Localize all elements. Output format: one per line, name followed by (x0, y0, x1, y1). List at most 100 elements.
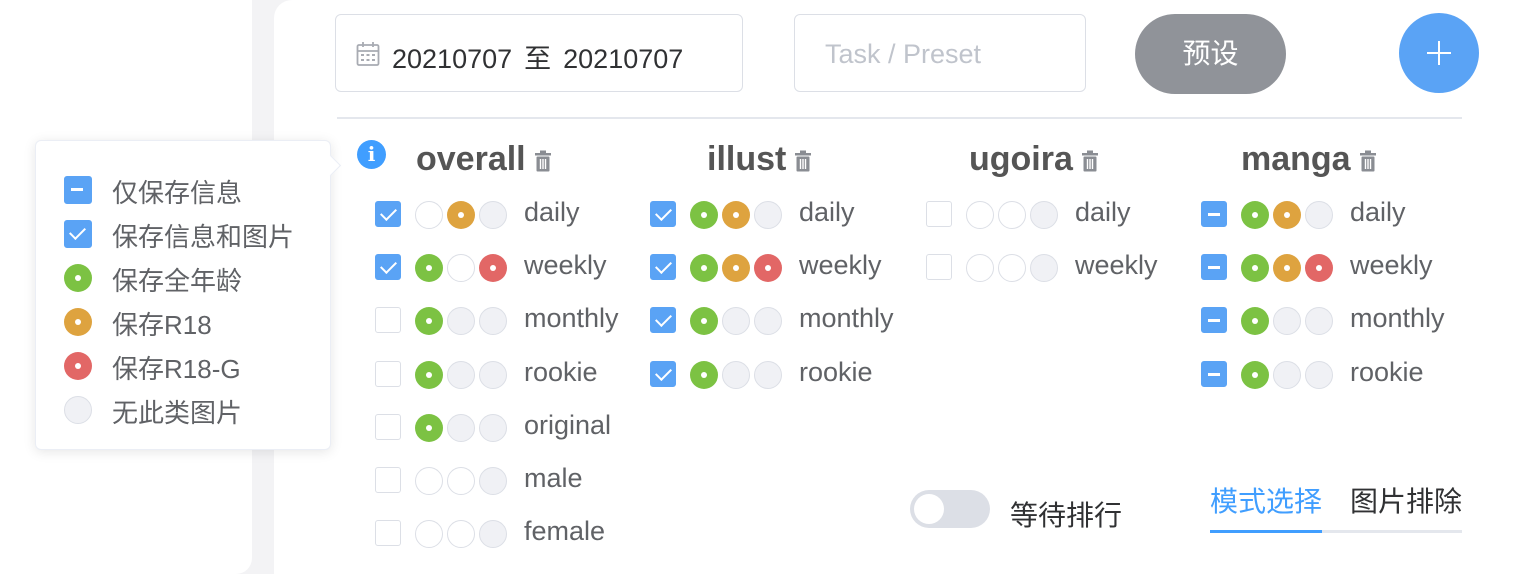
status-dot-empty[interactable] (447, 467, 475, 495)
checked-checkbox-icon (64, 220, 92, 248)
trash-icon[interactable] (1359, 142, 1377, 181)
status-dot-empty[interactable] (415, 520, 443, 548)
ranking-checkbox[interactable] (375, 307, 401, 333)
status-dot-empty[interactable] (447, 520, 475, 548)
date-end[interactable]: 20210707 (563, 44, 683, 74)
date-start[interactable]: 20210707 (392, 44, 512, 74)
trash-icon[interactable] (534, 142, 552, 181)
info-icon[interactable]: i (357, 140, 386, 169)
status-dot-fill[interactable] (479, 414, 507, 442)
status-dot-fill[interactable] (754, 307, 782, 335)
status-dot-green[interactable] (690, 361, 718, 389)
date-separator: 至 (524, 44, 552, 74)
ranking-checkbox[interactable] (650, 307, 676, 333)
status-dot-fill[interactable] (754, 201, 782, 229)
ranking-checkbox[interactable] (375, 467, 401, 493)
legend-label: 保存R18-G (112, 354, 241, 384)
orange-dot-icon (64, 308, 92, 336)
ranking-checkbox[interactable] (650, 361, 676, 387)
status-dot-red[interactable] (754, 254, 782, 282)
status-dot-empty[interactable] (415, 201, 443, 229)
legend-label: 保存信息和图片 (112, 222, 295, 252)
status-dot-empty[interactable] (447, 254, 475, 282)
status-dot-fill[interactable] (1273, 307, 1301, 335)
ranking-label: female (524, 516, 606, 546)
ranking-checkbox[interactable] (375, 520, 401, 546)
toolbar-divider (337, 117, 1462, 119)
status-dot-empty[interactable] (998, 254, 1026, 282)
status-dot-fill[interactable] (754, 361, 782, 389)
status-dot-fill[interactable] (722, 307, 750, 335)
preset-button[interactable]: 预设 (1135, 14, 1286, 94)
legend-label: 无此类图片 (112, 398, 243, 428)
status-dot-orange[interactable] (1273, 201, 1301, 229)
status-dot-fill[interactable] (479, 307, 507, 335)
status-dot-fill[interactable] (447, 414, 475, 442)
ranking-checkbox[interactable] (926, 201, 952, 227)
ranking-label: daily (1075, 197, 1131, 227)
status-dot-red[interactable] (479, 254, 507, 282)
status-dot-green[interactable] (1241, 254, 1269, 282)
ranking-checkbox[interactable] (650, 201, 676, 227)
legend-label: 仅保存信息 (112, 178, 243, 208)
ranking-checkbox[interactable] (926, 254, 952, 280)
status-dot-green[interactable] (415, 414, 443, 442)
status-dot-fill[interactable] (1273, 361, 1301, 389)
status-dot-red[interactable] (1305, 254, 1333, 282)
status-dot-fill[interactable] (479, 467, 507, 495)
ranking-checkbox[interactable] (1201, 254, 1227, 280)
ranking-checkbox[interactable] (375, 361, 401, 387)
status-dot-fill[interactable] (479, 201, 507, 229)
status-dot-orange[interactable] (1273, 254, 1301, 282)
status-dot-fill[interactable] (447, 361, 475, 389)
status-dot-green[interactable] (1241, 307, 1269, 335)
add-button[interactable] (1399, 13, 1479, 93)
trash-icon[interactable] (794, 142, 812, 181)
wait-ranking-label: 等待排行 (1010, 500, 1123, 531)
column-title: overall (416, 140, 526, 178)
status-dot-green[interactable] (1241, 201, 1269, 229)
date-range-picker[interactable]: 20210707 至 20210707 (335, 14, 743, 92)
status-dot-fill[interactable] (1030, 254, 1058, 282)
status-dot-green[interactable] (415, 361, 443, 389)
ranking-checkbox[interactable] (650, 254, 676, 280)
status-dot-fill[interactable] (479, 361, 507, 389)
ranking-checkbox[interactable] (375, 201, 401, 227)
status-dot-orange[interactable] (447, 201, 475, 229)
status-dot-green[interactable] (690, 254, 718, 282)
ranking-checkbox[interactable] (1201, 361, 1227, 387)
ranking-label: weekly (524, 250, 607, 280)
task-preset-input[interactable]: Task / Preset (794, 14, 1086, 92)
status-dot-empty[interactable] (966, 254, 994, 282)
status-dot-green[interactable] (1241, 361, 1269, 389)
column-title: ugoira (969, 140, 1073, 178)
wait-ranking-switch[interactable] (910, 490, 990, 528)
trash-icon[interactable] (1081, 142, 1099, 181)
status-dot-fill[interactable] (479, 520, 507, 548)
ranking-checkbox[interactable] (1201, 201, 1227, 227)
ranking-label: daily (799, 197, 855, 227)
legend-popover: 仅保存信息 保存信息和图片 保存全年龄 保存R18 保存R18-G 无此类图片 (35, 140, 342, 450)
status-dot-fill[interactable] (1305, 361, 1333, 389)
status-dot-fill[interactable] (1305, 201, 1333, 229)
tab-image-exclude[interactable]: 图片排除 (1350, 480, 1462, 520)
status-dot-empty[interactable] (998, 201, 1026, 229)
ranking-checkbox[interactable] (375, 414, 401, 440)
ranking-label: rookie (1350, 357, 1424, 387)
status-dot-green[interactable] (690, 201, 718, 229)
ranking-checkbox[interactable] (1201, 307, 1227, 333)
status-dot-green[interactable] (415, 307, 443, 335)
ranking-checkbox[interactable] (375, 254, 401, 280)
status-dot-fill[interactable] (722, 361, 750, 389)
status-dot-green[interactable] (690, 307, 718, 335)
status-dot-fill[interactable] (447, 307, 475, 335)
status-dot-empty[interactable] (415, 467, 443, 495)
status-dot-fill[interactable] (1305, 307, 1333, 335)
tab-mode-select[interactable]: 模式选择 (1210, 480, 1322, 520)
column-title: illust (707, 140, 787, 178)
status-dot-orange[interactable] (722, 201, 750, 229)
status-dot-green[interactable] (415, 254, 443, 282)
status-dot-orange[interactable] (722, 254, 750, 282)
status-dot-empty[interactable] (966, 201, 994, 229)
status-dot-fill[interactable] (1030, 201, 1058, 229)
